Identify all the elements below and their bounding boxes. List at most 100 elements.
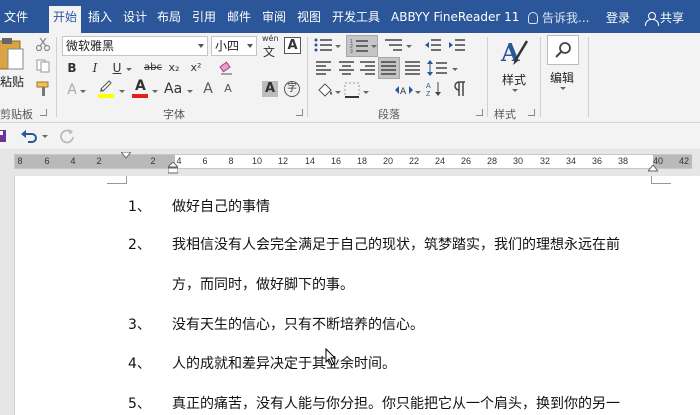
undo-icon[interactable] xyxy=(20,128,38,144)
chevron-down-icon[interactable] xyxy=(126,68,132,71)
tell-me-search[interactable]: 告诉我... xyxy=(528,9,589,26)
share-label: 共享 xyxy=(660,11,685,25)
paragraph-dialog-launcher[interactable] xyxy=(476,109,483,116)
font-color-button[interactable]: A xyxy=(132,78,150,99)
list-item-continuation[interactable]: 方，而同时，做好脚下的事。 xyxy=(0,274,700,296)
chevron-down-icon[interactable] xyxy=(452,68,458,71)
styles-dialog-launcher[interactable] xyxy=(528,109,535,116)
format-painter-icon[interactable] xyxy=(36,81,52,97)
text-effects-button[interactable]: A xyxy=(64,80,80,100)
tab-abbyy-finereader[interactable]: ABBYY FineReader 11 xyxy=(391,7,519,27)
chevron-down-icon[interactable] xyxy=(363,91,369,94)
justify-button[interactable] xyxy=(378,57,400,79)
grow-font-button[interactable]: A xyxy=(200,79,216,99)
shading-icon[interactable] xyxy=(316,82,334,98)
copy-icon[interactable] xyxy=(36,59,50,73)
character-shading-button[interactable]: A xyxy=(262,81,278,97)
enclose-characters-button[interactable]: 字 xyxy=(284,81,300,97)
decrease-indent-icon[interactable] xyxy=(424,38,442,54)
line-spacing-icon[interactable] xyxy=(427,60,451,76)
character-shading-icon: A xyxy=(264,81,276,96)
paste-button[interactable]: 粘贴 xyxy=(0,37,26,97)
align-center-icon[interactable] xyxy=(339,61,355,75)
list-text: 我相信没有人会完全满足于自己的现状，筑梦踏实，我们的理想永远在前 xyxy=(172,237,620,253)
shrink-font-button[interactable]: A xyxy=(220,79,236,99)
list-item[interactable]: 1、 做好自己的事情 xyxy=(0,196,700,218)
ribbon-tab-bar: 文件 开始 插入 设计 布局 引用 邮件 审阅 视图 开发工具 ABBYY Fi… xyxy=(0,0,700,33)
list-item[interactable]: 5、 真正的痛苦，没有人能与你分担。你只能把它从一个肩头，换到你的另一 xyxy=(0,393,700,415)
magnifier-icon xyxy=(555,42,571,58)
horizontal-ruler[interactable]: 8 6 4 2 2 4 6 8 10 12 14 16 18 20 22 24 … xyxy=(14,154,692,169)
bullets-button[interactable] xyxy=(314,37,341,55)
italic-button[interactable]: I xyxy=(88,58,102,78)
chevron-down-icon xyxy=(198,44,204,48)
multilevel-list-button[interactable] xyxy=(384,37,412,55)
tab-file[interactable]: 文件 xyxy=(4,7,28,27)
sort-icon[interactable]: A Z xyxy=(426,80,444,98)
chevron-down-icon xyxy=(335,45,341,48)
redo-icon[interactable] xyxy=(59,128,75,144)
highlight-button[interactable] xyxy=(98,79,116,99)
numbering-button[interactable]: 1 2 3 xyxy=(346,35,378,57)
strikethrough-button[interactable]: abc xyxy=(141,58,165,78)
chinese-layout-icon[interactable]: A xyxy=(393,82,415,98)
tab-insert[interactable]: 插入 xyxy=(88,7,112,27)
login-link[interactable]: 登录 xyxy=(606,9,630,26)
styles-icon: A xyxy=(500,38,529,67)
font-dialog-launcher[interactable] xyxy=(296,109,303,116)
change-case-button[interactable]: Aa xyxy=(164,79,182,99)
tab-developer[interactable]: 开发工具 xyxy=(332,7,380,27)
character-border-icon: A xyxy=(287,38,298,53)
font-size-value: 小四 xyxy=(215,39,240,53)
tab-layout[interactable]: 布局 xyxy=(157,7,181,27)
tab-review[interactable]: 审阅 xyxy=(262,7,286,27)
character-border-button[interactable]: A xyxy=(284,37,301,54)
right-indent-marker[interactable] xyxy=(648,165,658,172)
tab-references[interactable]: 引用 xyxy=(192,7,216,27)
tab-mailings[interactable]: 邮件 xyxy=(227,7,251,27)
font-size-combo[interactable]: 小四 xyxy=(211,36,257,56)
list-item[interactable]: 4、 人的成就和差异决定于其业余时间。 xyxy=(0,353,700,375)
align-left-icon[interactable] xyxy=(316,61,332,75)
bold-button[interactable]: B xyxy=(64,58,80,78)
cut-icon[interactable] xyxy=(36,37,50,51)
list-item[interactable]: 2、 我相信没有人会完全满足于自己的现状，筑梦踏实，我们的理想永远在前 xyxy=(0,234,700,256)
ruler-tick-label: 12 xyxy=(277,156,288,166)
chevron-down-icon[interactable] xyxy=(80,90,86,93)
chevron-down-icon[interactable] xyxy=(415,91,421,94)
font-name-combo[interactable]: 微软雅黑 xyxy=(62,36,208,56)
save-icon[interactable] xyxy=(0,129,8,143)
list-text: 人的成就和差异决定于其业余时间。 xyxy=(172,356,396,372)
show-hide-marks-icon[interactable] xyxy=(452,81,466,97)
mouse-pointer-icon xyxy=(325,348,337,366)
ruler-tick-label: 4 xyxy=(70,156,76,166)
increase-indent-icon[interactable] xyxy=(448,38,466,54)
chevron-down-icon[interactable] xyxy=(119,90,125,93)
subscript-button[interactable]: x₂ xyxy=(166,58,182,78)
distributed-icon[interactable] xyxy=(405,61,421,75)
align-right-icon[interactable] xyxy=(360,61,376,75)
first-line-indent-marker[interactable] xyxy=(121,152,131,159)
clipboard-dialog-launcher[interactable] xyxy=(40,109,47,116)
ribbon-home: 粘贴 剪贴板 微软雅黑 小四 wén 文 A B I U abc x₂ x² A… xyxy=(0,33,700,123)
chevron-down-icon[interactable] xyxy=(42,135,48,138)
underline-button[interactable]: U xyxy=(110,58,124,78)
tab-view[interactable]: 视图 xyxy=(297,7,321,27)
tab-home[interactable]: 开始 xyxy=(49,6,82,33)
phonetic-guide-button[interactable]: wén 文 xyxy=(262,34,280,59)
share-button[interactable]: 共享 xyxy=(645,9,684,26)
hanging-indent-marker[interactable] xyxy=(168,162,178,174)
superscript-button[interactable]: x² xyxy=(188,58,204,78)
chevron-down-icon[interactable] xyxy=(152,90,158,93)
styles-gallery-button[interactable]: A 样式 xyxy=(494,37,534,97)
tab-design[interactable]: 设计 xyxy=(123,7,147,27)
chevron-down-icon[interactable] xyxy=(335,91,341,94)
clear-formatting-icon[interactable] xyxy=(218,60,234,76)
list-item[interactable]: 3、 没有天生的信心，只有不断培养的信心。 xyxy=(0,314,700,336)
ruler-tick-label: 16 xyxy=(330,156,341,166)
borders-icon[interactable] xyxy=(344,82,360,98)
editing-button[interactable]: 编辑 xyxy=(546,35,580,95)
tell-me-text: 告诉我... xyxy=(542,11,590,25)
paste-label: 粘贴 xyxy=(0,75,25,89)
chevron-down-icon[interactable] xyxy=(187,90,193,93)
